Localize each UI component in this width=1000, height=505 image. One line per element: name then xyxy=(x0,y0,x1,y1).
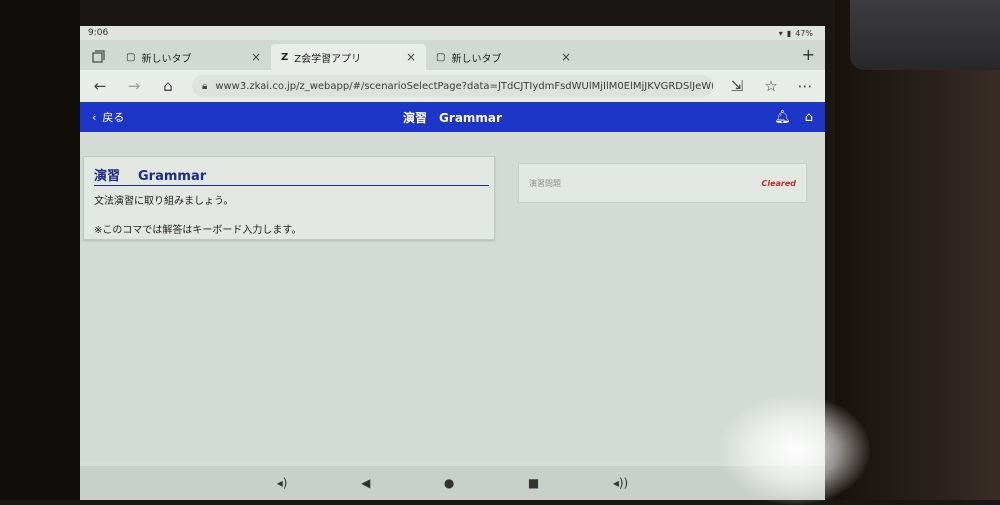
lesson-title-subject: Grammar xyxy=(138,169,207,184)
tab-label: 新しいタブ xyxy=(451,53,502,65)
photo-background-object xyxy=(850,0,1000,70)
new-tab-plus-icon[interactable]: + xyxy=(802,45,815,64)
tab-switcher-icon[interactable] xyxy=(90,48,106,64)
lesson-instruction: 文法演習に取り組みましょう。 xyxy=(94,196,234,207)
lesson-note: ※このコマでは解答はキーボード入力します。 xyxy=(94,225,302,236)
status-icons: ▾ ▮ 47% xyxy=(779,29,813,38)
tab-new-1[interactable]: ▢ 新しいタブ × xyxy=(116,44,271,70)
lesson-title-prefix: 演習 xyxy=(94,169,121,184)
lesson-info-card: 演習 Grammar 文法演習に取り組みましょう。 ※このコマでは解答はキーボード… xyxy=(83,156,495,240)
battery-level: 47% xyxy=(795,28,813,38)
nav-back-icon[interactable]: ◀ xyxy=(361,476,370,490)
status-time: 9:06 xyxy=(88,28,109,38)
page-title: 演習 Grammar xyxy=(403,110,502,125)
system-nav-bar: ◂) ◀ ● ■ ◂)) xyxy=(80,466,825,500)
cleared-badge: Cleared xyxy=(761,178,796,188)
forward-arrow-icon[interactable]: → xyxy=(124,77,144,95)
back-arrow-icon[interactable]: ← xyxy=(90,77,110,95)
tablet-screen: 9:06 ▾ ▮ 47% ▢ 新しいタブ × Z Z会学習アプリ × ▢ 新しい… xyxy=(80,26,825,500)
favorites-icon[interactable]: ☆ xyxy=(761,77,781,95)
browser-nav-bar: ← → ⌂ 🔒︎ www3.zkai.co.jp/z_webapp/#/scen… xyxy=(80,70,825,102)
exercise-item[interactable]: 演習問題 Cleared xyxy=(518,163,807,203)
photo-background-right xyxy=(835,0,1000,500)
more-icon[interactable]: ⋯ xyxy=(795,77,815,95)
open-external-icon[interactable]: ⇲ xyxy=(727,77,747,95)
tab-label: Z会学習アプリ xyxy=(294,53,362,65)
nav-recents-icon[interactable]: ■ xyxy=(528,476,539,490)
lock-icon: 🔒︎ xyxy=(202,80,208,92)
volume-down-icon[interactable]: ◂) xyxy=(277,476,288,490)
home-icon[interactable]: ⌂ xyxy=(805,110,813,125)
home-icon[interactable]: ⌂ xyxy=(158,77,178,95)
status-bar: 9:06 ▾ ▮ 47% xyxy=(80,26,825,40)
nav-home-icon[interactable]: ● xyxy=(444,476,454,490)
url-text: www3.zkai.co.jp/z_webapp/#/scenarioSelec… xyxy=(215,80,713,92)
tab-zkai-app[interactable]: Z Z会学習アプリ × xyxy=(271,44,426,70)
tab-label: 新しいタブ xyxy=(141,53,192,65)
tab-new-2[interactable]: ▢ 新しいタブ × xyxy=(426,44,581,70)
volume-up-icon[interactable]: ◂)) xyxy=(613,476,628,490)
main-content: 演習 Grammar 文法演習に取り組みましょう。 ※このコマでは解答はキーボード… xyxy=(80,132,825,462)
close-icon[interactable]: × xyxy=(561,50,571,64)
lesson-title: 演習 Grammar xyxy=(94,165,489,186)
browser-tab-strip: ▢ 新しいタブ × Z Z会学習アプリ × ▢ 新しいタブ × + xyxy=(80,40,825,70)
exercise-label: 演習問題 xyxy=(529,178,561,188)
battery-icon: ▮ xyxy=(786,28,792,38)
page-icon: ▢ xyxy=(126,51,136,63)
close-icon[interactable]: × xyxy=(251,50,261,64)
address-bar[interactable]: 🔒︎ www3.zkai.co.jp/z_webapp/#/scenarioSe… xyxy=(192,75,713,97)
app-header: ‹ 戻る 演習 Grammar 🔔︎ ⌂ xyxy=(80,102,825,132)
close-icon[interactable]: × xyxy=(406,50,416,64)
photo-background-left xyxy=(0,0,80,500)
bell-icon[interactable]: 🔔︎ xyxy=(774,110,791,125)
wifi-icon: ▾ xyxy=(778,28,783,38)
header-actions: 🔔︎ ⌂ xyxy=(774,110,813,125)
page-icon: ▢ xyxy=(436,51,446,63)
zkai-favicon-icon: Z xyxy=(281,51,289,63)
